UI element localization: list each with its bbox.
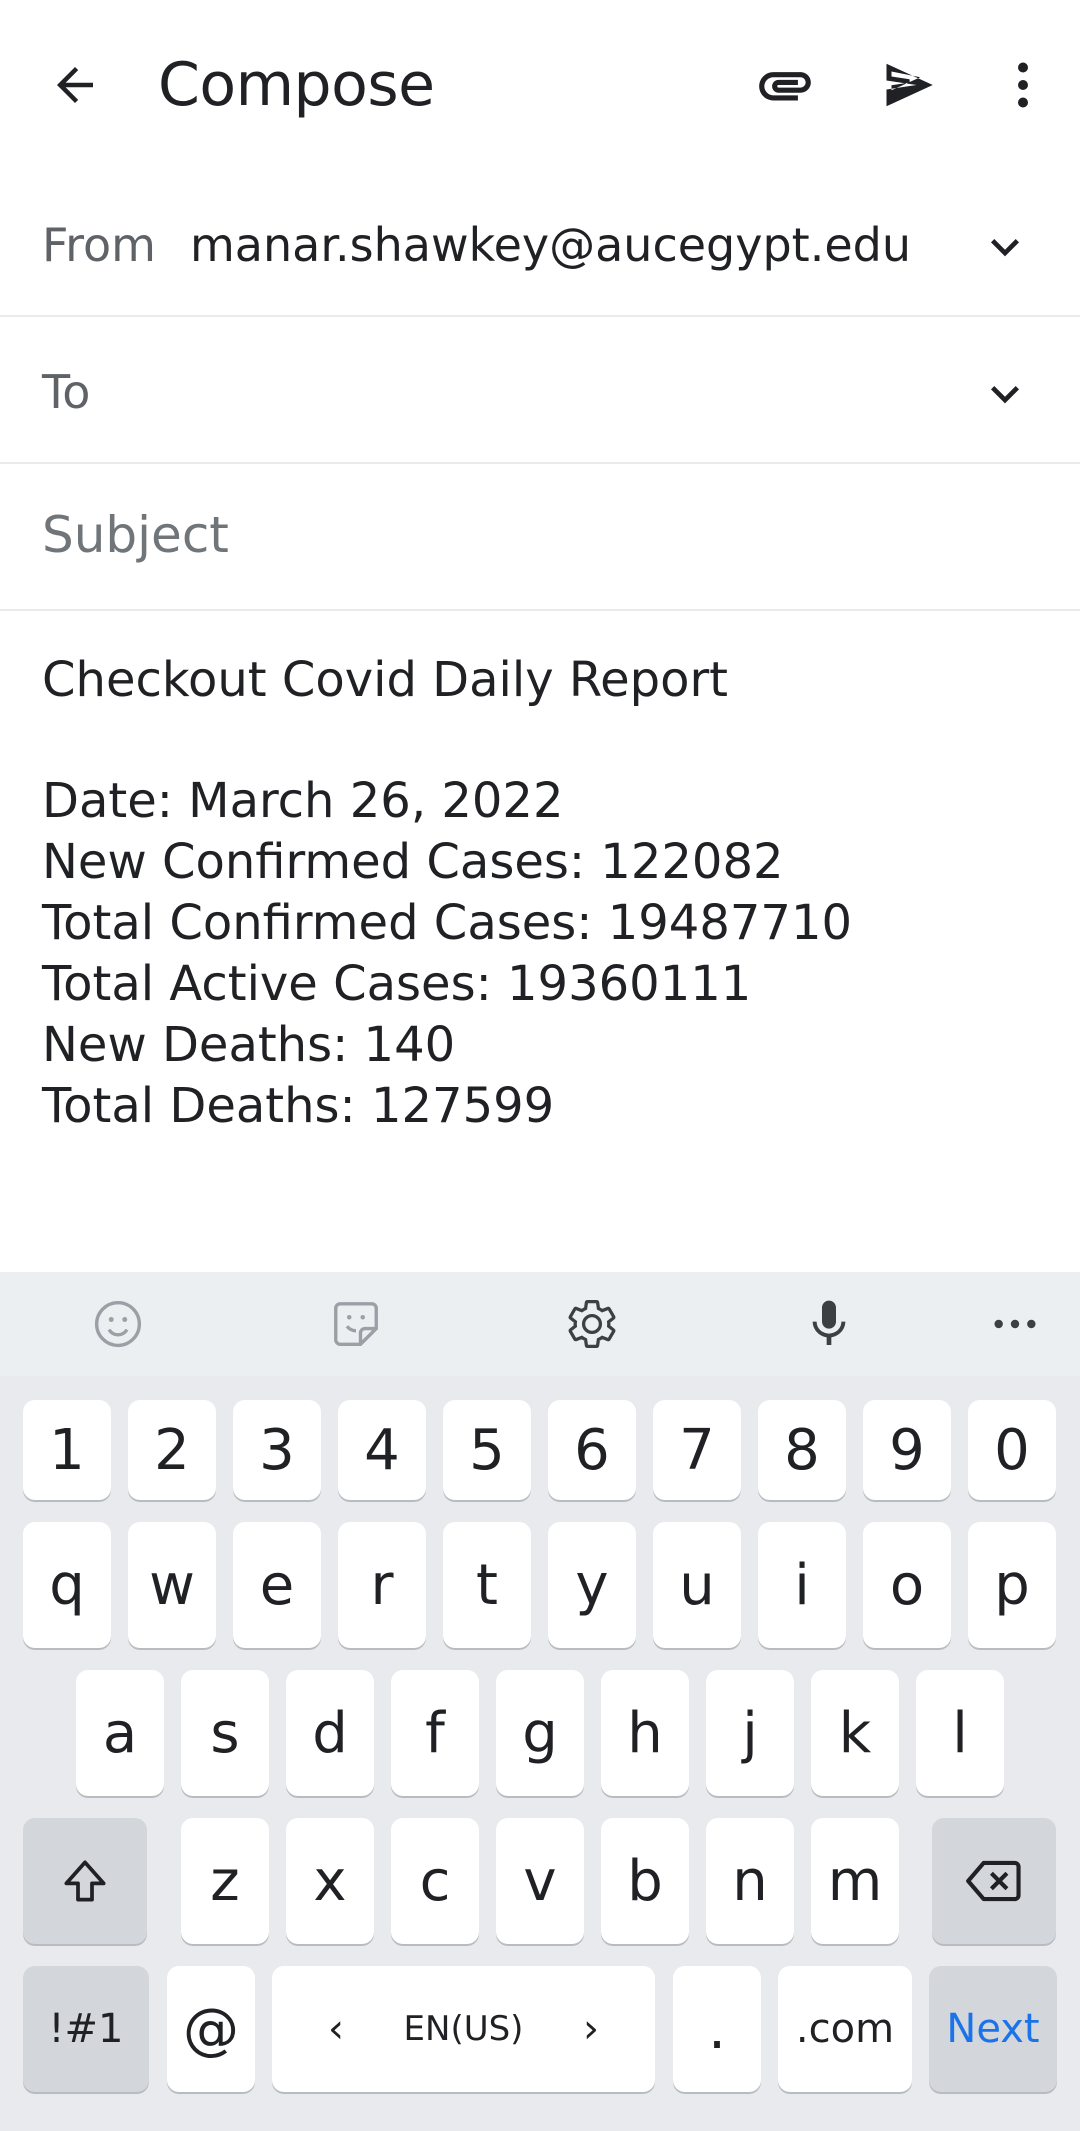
key[interactable]: m — [811, 1818, 899, 1944]
key[interactable]: x — [286, 1818, 374, 1944]
key[interactable]: r — [338, 1522, 426, 1648]
key[interactable]: 5 — [443, 1400, 531, 1500]
more-vertical-icon — [1018, 62, 1028, 108]
arrow-back-icon — [57, 67, 93, 103]
subject-input[interactable] — [42, 506, 1042, 564]
shift-icon — [64, 1860, 106, 1902]
key[interactable]: u — [653, 1522, 741, 1648]
key[interactable]: g — [496, 1670, 584, 1796]
chevron-left-icon: ‹ — [328, 2006, 344, 2052]
chevron-right-icon: › — [582, 2006, 599, 2052]
key[interactable]: v — [496, 1818, 584, 1944]
key[interactable]: y — [548, 1522, 636, 1648]
language-label: EN(US) — [403, 2009, 524, 2049]
body-line: Checkout Covid Daily Report — [42, 652, 728, 708]
key[interactable]: 6 — [548, 1400, 636, 1500]
shift-key[interactable] — [23, 1818, 147, 1944]
body-line: Total Active Cases: 19360111 — [42, 956, 752, 1012]
to-field[interactable]: To — [0, 317, 1080, 464]
send-button[interactable] — [864, 40, 954, 130]
emoji-icon[interactable] — [86, 1292, 150, 1356]
keyboard: 1 2 3 4 5 6 7 8 9 0 q w e r t y u i o p … — [0, 1272, 1080, 2131]
mic-icon[interactable] — [797, 1292, 861, 1356]
key[interactable]: d — [286, 1670, 374, 1796]
key[interactable]: f — [391, 1670, 479, 1796]
to-label: To — [42, 365, 91, 419]
back-button[interactable] — [30, 40, 120, 130]
next-key[interactable]: Next — [929, 1966, 1057, 2092]
key[interactable]: z — [181, 1818, 269, 1944]
key[interactable]: l — [916, 1670, 1004, 1796]
key[interactable]: b — [601, 1818, 689, 1944]
attach-button[interactable] — [740, 40, 830, 130]
key[interactable]: a — [76, 1670, 164, 1796]
backspace-icon — [966, 1860, 1021, 1902]
key[interactable]: q — [23, 1522, 111, 1648]
body-line: New Deaths: 140 — [42, 1017, 456, 1073]
dotcom-key[interactable]: .com — [778, 1966, 912, 2092]
key[interactable]: 1 — [23, 1400, 111, 1500]
chevron-down-icon — [991, 386, 1019, 404]
keyboard-toolbar — [0, 1272, 1080, 1376]
backspace-key[interactable] — [932, 1818, 1056, 1944]
settings-icon[interactable] — [560, 1292, 624, 1356]
key[interactable]: 2 — [128, 1400, 216, 1500]
spacebar-key[interactable]: ‹ EN(US) › — [272, 1966, 655, 2092]
more-options-button[interactable] — [978, 40, 1068, 130]
attachment-icon — [759, 72, 811, 101]
body-line: Total Confirmed Cases: 19487710 — [42, 895, 853, 951]
from-field[interactable]: From manar.shawkey@aucegypt.edu — [0, 170, 1080, 317]
app-bar: Compose — [0, 0, 1080, 170]
page-title: Compose — [158, 50, 435, 120]
key[interactable]: w — [128, 1522, 216, 1648]
more-horizontal-icon[interactable] — [983, 1292, 1047, 1356]
key[interactable]: k — [811, 1670, 899, 1796]
from-expand-button[interactable] — [960, 202, 1050, 292]
key[interactable]: s — [181, 1670, 269, 1796]
subject-field[interactable] — [0, 464, 1080, 611]
message-body[interactable]: Checkout Covid Daily Report Date: March … — [42, 650, 1042, 1137]
key[interactable]: 7 — [653, 1400, 741, 1500]
key[interactable]: j — [706, 1670, 794, 1796]
key[interactable]: c — [391, 1818, 479, 1944]
key[interactable]: 4 — [338, 1400, 426, 1500]
body-blank-line — [42, 711, 1042, 771]
key[interactable]: 8 — [758, 1400, 846, 1500]
key[interactable]: i — [758, 1522, 846, 1648]
chevron-down-icon — [991, 239, 1019, 257]
period-key[interactable]: . — [673, 1966, 761, 2092]
key[interactable]: n — [706, 1818, 794, 1944]
key[interactable]: 9 — [863, 1400, 951, 1500]
send-icon — [886, 63, 933, 107]
to-expand-button[interactable] — [960, 349, 1050, 439]
symbols-key[interactable]: !#1 — [23, 1966, 149, 2092]
from-label: From — [42, 218, 156, 272]
sticker-icon[interactable] — [324, 1292, 388, 1356]
from-value[interactable]: manar.shawkey@aucegypt.edu — [190, 218, 911, 272]
key[interactable]: 3 — [233, 1400, 321, 1500]
key[interactable]: p — [968, 1522, 1056, 1648]
key[interactable]: o — [863, 1522, 951, 1648]
body-line: Total Deaths: 127599 — [42, 1078, 555, 1134]
key[interactable]: t — [443, 1522, 531, 1648]
body-line: Date: March 26, 2022 — [42, 773, 564, 829]
key[interactable]: 0 — [968, 1400, 1056, 1500]
body-line: New Confirmed Cases: 122082 — [42, 834, 784, 890]
at-key[interactable]: @ — [167, 1966, 255, 2092]
key[interactable]: h — [601, 1670, 689, 1796]
key[interactable]: e — [233, 1522, 321, 1648]
